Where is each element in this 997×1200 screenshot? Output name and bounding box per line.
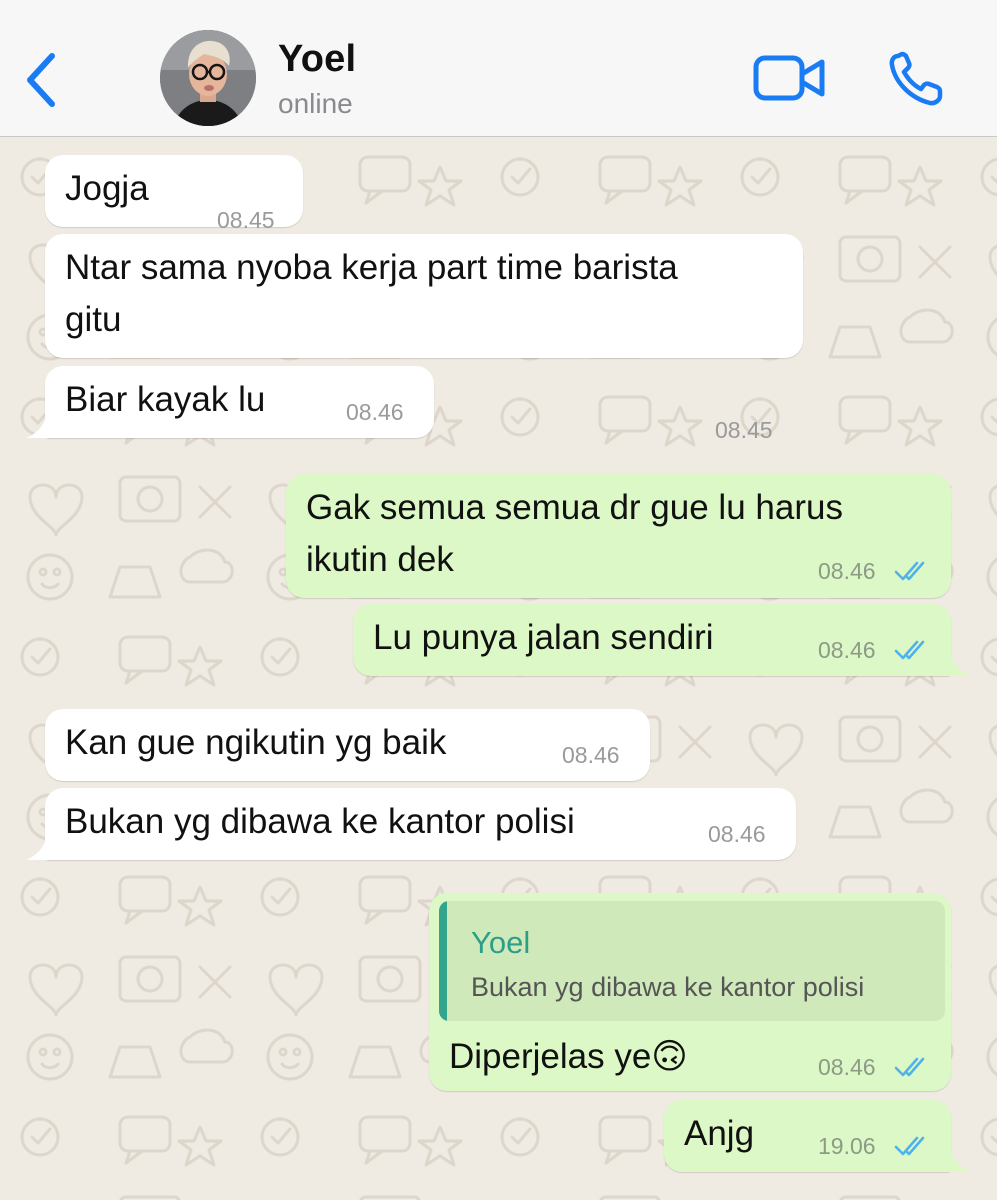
message-time: 08.46 bbox=[818, 1054, 876, 1080]
message-text: Kan gue ngikutin yg baik bbox=[65, 723, 447, 762]
message-time: 08.46 bbox=[346, 399, 404, 425]
message-time: 08.45 bbox=[715, 417, 773, 443]
video-camera-icon bbox=[753, 55, 825, 101]
message-time: 08.45 bbox=[217, 207, 275, 233]
phone-icon bbox=[889, 51, 943, 106]
message-time: 08.46 bbox=[818, 558, 876, 584]
video-call-button[interactable] bbox=[752, 52, 828, 104]
contact-status: online bbox=[278, 88, 353, 119]
bubble-tail bbox=[945, 1150, 971, 1172]
quote-author: Yoel bbox=[471, 925, 531, 960]
message-time: 08.46 bbox=[562, 742, 620, 768]
quote-accent-bar bbox=[439, 901, 447, 1021]
read-ticks-icon bbox=[894, 640, 925, 660]
message-text: Bukan yg dibawa ke kantor polisi bbox=[65, 802, 575, 841]
chevron-left-icon bbox=[27, 53, 55, 107]
bubble-tail bbox=[26, 416, 52, 438]
message-bubble-outgoing[interactable]: Yoel Bukan yg dibawa ke kantor polisi Di… bbox=[429, 893, 951, 1091]
message-time: 08.46 bbox=[818, 637, 876, 663]
avatar bbox=[160, 30, 256, 126]
chat-header: Yoel online bbox=[0, 0, 997, 137]
voice-call-button[interactable] bbox=[886, 50, 948, 108]
message-bubble-incoming[interactable]: Biar kayak lu 08.46 bbox=[45, 366, 434, 438]
quoted-message[interactable]: Yoel Bukan yg dibawa ke kantor polisi bbox=[439, 901, 945, 1021]
message-time: 19.06 bbox=[818, 1133, 876, 1159]
message-bubble-incoming[interactable]: Jogja 08.45 bbox=[45, 155, 303, 233]
back-button[interactable] bbox=[18, 48, 62, 112]
contact-avatar[interactable] bbox=[160, 30, 256, 126]
message-bubble-incoming[interactable]: Ntar sama nyoba kerja part time barista … bbox=[45, 234, 803, 443]
message-text: Jogja bbox=[65, 169, 149, 208]
read-ticks-icon bbox=[894, 1057, 925, 1077]
message-bubble-outgoing[interactable]: Lu punya jalan sendiri 08.46 bbox=[353, 604, 951, 676]
quote-text: Bukan yg dibawa ke kantor polisi bbox=[471, 972, 865, 1002]
contact-name[interactable]: Yoel bbox=[278, 38, 356, 81]
chat-area[interactable]: Jogja 08.45 Ntar sama nyoba kerja part t… bbox=[0, 137, 997, 1200]
message-text: Ntar sama nyoba kerja part time barista … bbox=[65, 248, 678, 339]
bubble-tail bbox=[945, 654, 971, 676]
message-text: Anjg bbox=[684, 1114, 755, 1153]
message-bubble-incoming[interactable]: Kan gue ngikutin yg baik 08.46 bbox=[45, 709, 650, 781]
message-text: Lu punya jalan sendiri bbox=[373, 618, 714, 657]
message-bubble-outgoing[interactable]: Gak semua semua dr gue lu harus ikutin d… bbox=[286, 474, 951, 598]
message-text: Diperjelas ye🙃 bbox=[449, 1037, 688, 1076]
message-time: 08.46 bbox=[708, 821, 766, 847]
message-bubble-outgoing[interactable]: Anjg 19.06 bbox=[664, 1100, 951, 1172]
read-ticks-icon bbox=[894, 561, 925, 581]
bubble-tail bbox=[26, 838, 52, 860]
message-bubble-incoming[interactable]: Bukan yg dibawa ke kantor polisi 08.46 bbox=[45, 788, 796, 860]
message-text: Biar kayak lu bbox=[65, 380, 266, 419]
read-ticks-icon bbox=[894, 1136, 925, 1156]
